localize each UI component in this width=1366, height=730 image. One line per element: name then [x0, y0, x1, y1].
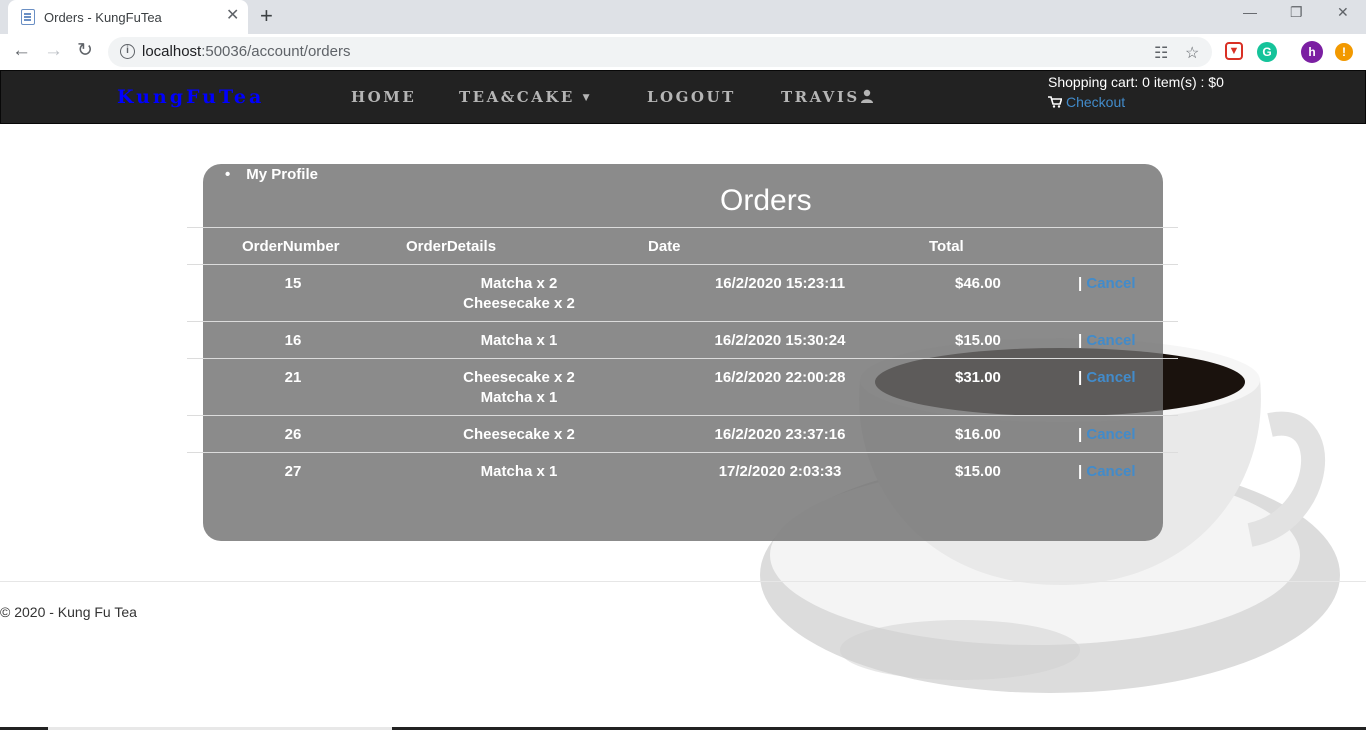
order-date: 16/2/2020 15:23:11: [714, 275, 846, 292]
checkout-label: Checkout: [1066, 94, 1126, 110]
order-total: $31.00: [955, 369, 1001, 386]
brand-logo[interactable]: KungFuTea: [117, 86, 264, 108]
order-detail-line: Matcha x 2: [480, 275, 558, 292]
page-title: Orders: [720, 184, 812, 217]
orders-panel: [203, 164, 1163, 541]
grammarly-extension-icon[interactable]: G: [1257, 42, 1277, 62]
order-date: 16/2/2020 23:37:16: [714, 426, 846, 443]
order-number: 27: [284, 463, 302, 480]
order-number: 16: [284, 332, 302, 349]
table-divider: [187, 264, 1178, 265]
order-number: 21: [284, 369, 302, 386]
nav-logout[interactable]: Logout: [647, 88, 736, 106]
order-total: $15.00: [955, 332, 1001, 349]
order-detail-line: Matcha x 1: [480, 332, 558, 349]
translate-icon[interactable]: ☷: [1154, 43, 1168, 63]
table-divider: [187, 321, 1178, 322]
order-total: $16.00: [955, 426, 1001, 443]
back-arrow-icon[interactable]: ←: [12, 39, 31, 63]
order-detail-line: Matcha x 1: [480, 389, 558, 406]
cancel-order-link[interactable]: Cancel: [1086, 369, 1135, 386]
order-date: 16/2/2020 22:00:28: [714, 369, 846, 386]
shopping-cart-icon: [1048, 96, 1063, 108]
separator: |: [1078, 275, 1083, 292]
bookmark-star-icon[interactable]: ☆: [1185, 43, 1199, 63]
header-order-number: OrderNumber: [242, 238, 340, 255]
site-info-icon[interactable]: i: [120, 44, 135, 59]
forward-arrow-icon[interactable]: →: [44, 39, 63, 63]
header-total: Total: [929, 238, 964, 255]
table-divider: [187, 358, 1178, 359]
browser-tab[interactable]: Orders - KungFuTea ✕: [8, 0, 248, 34]
nav-user[interactable]: Travis: [781, 88, 874, 106]
url-path: :50036/account/orders: [201, 43, 351, 60]
nav-user-label: Travis: [781, 88, 860, 106]
cancel-order-link[interactable]: Cancel: [1086, 332, 1135, 349]
url-host: localhost: [142, 43, 202, 60]
browser-toolbar: ← → ↻ i localhost:50036/account/orders ☷…: [0, 34, 1366, 70]
cancel-order-link[interactable]: Cancel: [1086, 426, 1135, 443]
separator: |: [1078, 369, 1083, 386]
cart-summary: Shopping cart: 0 item(s) : $0: [1048, 74, 1224, 90]
table-divider: [187, 415, 1178, 416]
order-detail-line: Matcha x 1: [480, 463, 558, 480]
url-text[interactable]: localhost:50036/account/orders: [142, 43, 350, 60]
header-date: Date: [648, 238, 681, 255]
order-date: 16/2/2020 15:30:24: [714, 332, 846, 349]
table-divider: [187, 452, 1178, 453]
caret-down-icon: ▼: [582, 93, 592, 103]
order-detail-line: Cheesecake x 2: [463, 426, 575, 443]
order-total: $15.00: [955, 463, 1001, 480]
header-order-details: OrderDetails: [406, 238, 497, 255]
order-date: 17/2/2020 2:03:33: [718, 463, 842, 480]
order-number: 26: [284, 426, 302, 443]
nav-home[interactable]: Home: [351, 88, 416, 106]
cancel-order-link[interactable]: Cancel: [1086, 463, 1135, 480]
minimize-icon[interactable]: —: [1243, 4, 1257, 20]
order-total: $46.00: [955, 275, 1001, 292]
cancel-order-link[interactable]: Cancel: [1086, 275, 1135, 292]
pocket-extension-icon[interactable]: ▼: [1225, 42, 1243, 60]
page-favicon-icon: [21, 9, 35, 25]
separator: |: [1078, 426, 1083, 443]
update-alert-icon[interactable]: !: [1335, 43, 1353, 61]
order-number: 15: [284, 275, 302, 292]
close-tab-icon[interactable]: ✕: [226, 7, 239, 25]
order-detail-line: Cheesecake x 2: [463, 295, 575, 312]
order-detail-line: Cheesecake x 2: [463, 369, 575, 386]
reload-icon[interactable]: ↻: [77, 39, 93, 63]
profile-avatar[interactable]: h: [1301, 41, 1323, 63]
my-profile-link[interactable]: • My Profile: [225, 166, 318, 183]
nav-tea-cake-label: Tea&Cake: [459, 88, 575, 106]
separator: |: [1078, 463, 1083, 480]
checkout-link[interactable]: Checkout: [1048, 94, 1125, 110]
site-navbar: KungFuTea Home Tea&Cake ▼ Logout Travis …: [0, 70, 1366, 124]
table-divider: [187, 227, 1178, 228]
user-icon: [860, 89, 873, 103]
address-bar[interactable]: i localhost:50036/account/orders ☷ ☆: [108, 37, 1212, 67]
my-profile-label: My Profile: [246, 166, 318, 183]
separator: |: [1078, 332, 1083, 349]
tab-title: Orders - KungFuTea: [44, 10, 162, 25]
footer-copyright: © 2020 - Kung Fu Tea: [0, 604, 137, 620]
list-bullet: •: [225, 166, 231, 183]
window-close-icon[interactable]: ✕: [1337, 4, 1349, 21]
footer-divider: [0, 581, 1366, 582]
nav-tea-cake[interactable]: Tea&Cake ▼: [459, 88, 592, 106]
new-tab-button[interactable]: +: [260, 5, 273, 27]
browser-tab-strip: Orders - KungFuTea ✕ + — ❐ ✕: [0, 0, 1366, 34]
restore-icon[interactable]: ❐: [1290, 4, 1303, 21]
